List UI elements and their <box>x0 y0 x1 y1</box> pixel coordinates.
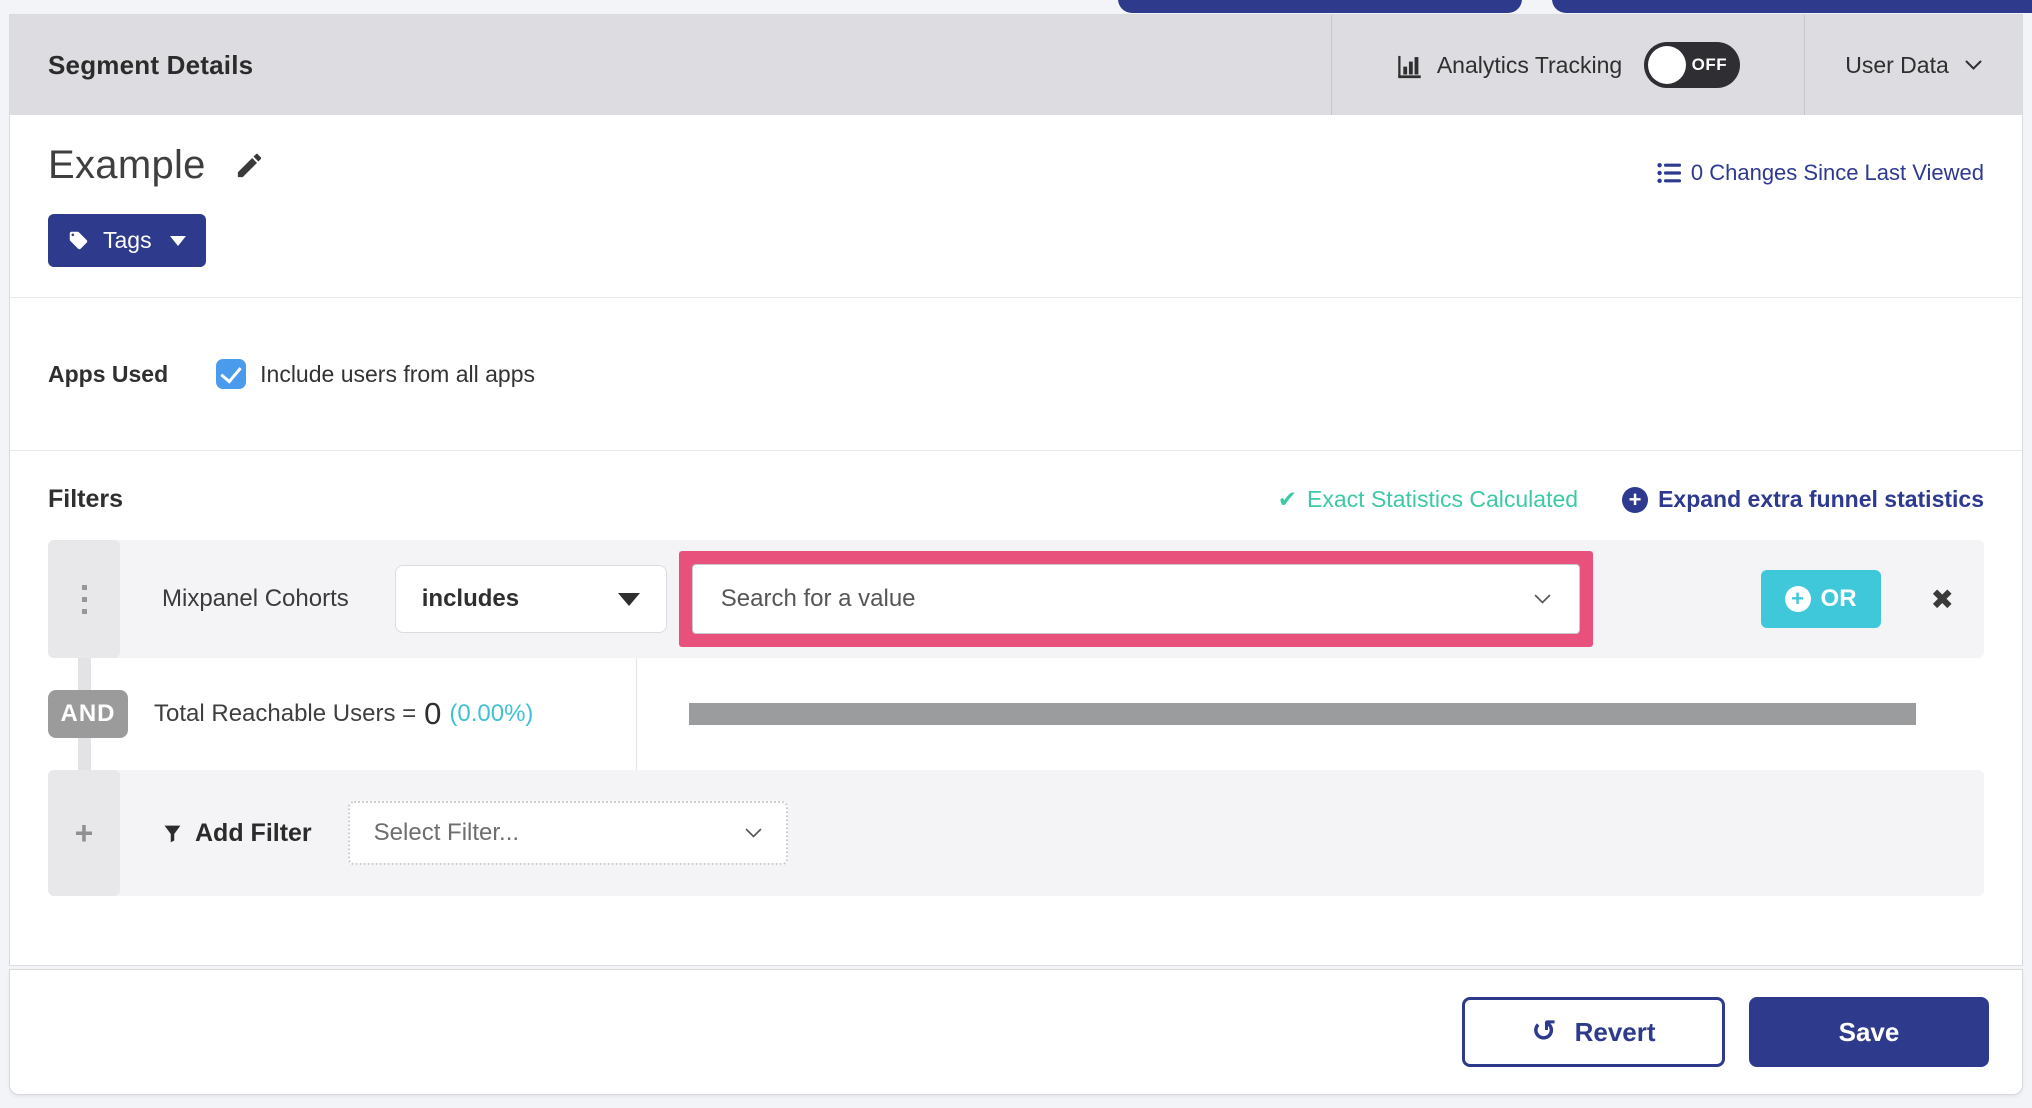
filter-rows: Mixpanel Cohorts includes Search for a v… <box>48 540 1984 896</box>
and-summary-row: AND Total Reachable Users = 0 (0.00%) <box>48 658 1984 770</box>
expand-funnel-statistics-link[interactable]: + Expand extra funnel statistics <box>1622 486 1984 513</box>
segment-name: Example <box>48 143 206 187</box>
filter-row: Mixpanel Cohorts includes Search for a v… <box>48 540 1984 658</box>
operator-value: includes <box>421 585 520 612</box>
value-search-placeholder: Search for a value <box>720 585 916 612</box>
tags-button-label: Tags <box>103 227 152 253</box>
operator-select[interactable]: includes <box>394 565 667 633</box>
exact-statistics-label: Exact Statistics Calculated <box>1307 486 1579 512</box>
check-icon: ✔ <box>1277 486 1298 512</box>
changes-list-icon <box>1657 162 1681 184</box>
checkbox-checked-icon[interactable] <box>216 359 247 389</box>
user-data-label: User Data <box>1845 51 1949 78</box>
revert-button-label: Revert <box>1574 1016 1656 1047</box>
filters-heading: Filters <box>48 485 124 513</box>
add-filter-label: Add Filter <box>195 818 312 847</box>
add-filter-row: + Add Filter Select Filter... <box>48 770 1984 896</box>
chevron-down-icon <box>1534 594 1551 605</box>
drag-dot <box>81 584 87 590</box>
exact-statistics-status: ✔ Exact Statistics Calculated <box>1278 486 1578 513</box>
vertical-divider <box>636 658 637 770</box>
bar-chart-icon <box>1396 52 1423 79</box>
select-filter-placeholder: Select Filter... <box>373 819 520 846</box>
or-button-label: OR <box>1820 585 1857 612</box>
include-all-apps-label: Include users from all apps <box>260 360 535 387</box>
edit-pencil-icon[interactable] <box>234 150 265 181</box>
chevron-down-icon <box>745 828 762 839</box>
plus-circle-icon: + <box>1784 586 1811 612</box>
revert-icon: ↺ <box>1531 1014 1557 1049</box>
reachable-users-progress-bar <box>689 703 1916 725</box>
caret-down-icon <box>617 592 640 606</box>
segment-title-row: Example 0 Changes Since Last Viewed <box>10 115 2022 188</box>
drag-handle[interactable] <box>48 540 120 658</box>
drag-dot <box>81 608 87 614</box>
filter-attribute-label: Mixpanel Cohorts <box>162 585 349 612</box>
chevron-down-icon <box>1965 60 1982 71</box>
user-data-dropdown[interactable]: User Data <box>1805 15 2022 115</box>
apps-used-row: Apps Used Include users from all apps <box>10 298 2022 450</box>
toggle-state-label: OFF <box>1691 55 1728 74</box>
revert-button[interactable]: ↺ Revert <box>1462 997 1725 1067</box>
page-title: Segment Details <box>48 49 254 80</box>
expand-funnel-statistics-label: Expand extra funnel statistics <box>1658 486 1984 512</box>
cutoff-button-right[interactable] <box>1552 0 2032 13</box>
total-reachable-label: Total Reachable Users = <box>154 700 417 727</box>
analytics-tracking-section: Analytics Tracking OFF <box>1332 15 1804 115</box>
changes-since-last-viewed-link[interactable]: 0 Changes Since Last Viewed <box>1657 160 1984 186</box>
add-filter-plus-handle[interactable]: + <box>48 770 120 896</box>
highlight-annotation-box: Search for a value <box>678 551 1593 647</box>
drag-dot <box>81 596 87 602</box>
cutoff-button-left[interactable] <box>1118 0 1522 13</box>
add-filter-group: Add Filter <box>162 819 312 848</box>
analytics-tracking-label: Analytics Tracking <box>1436 51 1623 78</box>
save-button-label: Save <box>1838 1016 1900 1047</box>
toggle-knob <box>1648 46 1687 84</box>
action-bar: ↺ Revert Save <box>9 969 2023 1095</box>
analytics-tracking-toggle[interactable]: OFF <box>1644 42 1741 88</box>
filters-section: Filters ✔ Exact Statistics Calculated + … <box>10 451 2022 896</box>
tag-icon <box>68 230 89 251</box>
value-search-select[interactable]: Search for a value <box>691 564 1580 634</box>
panel-header: Segment Details Analytics Tracking OFF U… <box>10 15 2022 115</box>
funnel-icon <box>162 823 183 844</box>
total-reachable-value: 0 <box>424 696 442 731</box>
total-reachable-users: Total Reachable Users = 0 (0.00%) <box>154 696 636 732</box>
include-all-apps-checkbox-group[interactable]: Include users from all apps <box>216 359 535 389</box>
plus-icon: + <box>74 814 94 851</box>
select-filter-dropdown[interactable]: Select Filter... <box>347 801 788 865</box>
caret-down-icon <box>169 235 186 246</box>
changes-link-label: 0 Changes Since Last Viewed <box>1690 159 1984 185</box>
plus-circle-icon: + <box>1622 486 1649 513</box>
total-reachable-percent: (0.00%) <box>449 700 534 727</box>
apps-used-label: Apps Used <box>48 360 169 387</box>
and-badge: AND <box>48 690 128 738</box>
add-or-condition-button[interactable]: + OR <box>1760 570 1881 628</box>
tags-row: Tags <box>10 188 2022 267</box>
segment-details-panel: Segment Details Analytics Tracking OFF U… <box>9 14 2023 966</box>
remove-filter-icon[interactable]: ✖ <box>1931 583 1954 616</box>
tags-button[interactable]: Tags <box>48 214 206 267</box>
save-button[interactable]: Save <box>1749 997 1989 1067</box>
filters-header: Filters ✔ Exact Statistics Calculated + … <box>48 485 1984 514</box>
